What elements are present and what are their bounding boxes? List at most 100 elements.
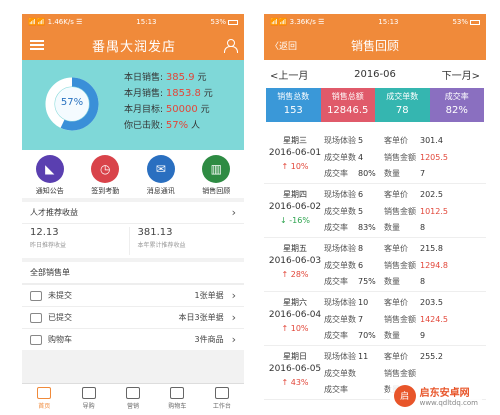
order-count: 1张单据: [194, 291, 224, 300]
qty-value: 8: [420, 277, 426, 287]
tab-4[interactable]: 购物车: [155, 384, 199, 413]
rate-label: 成交率: [324, 277, 348, 287]
watermark-name: 启东安卓网: [419, 388, 470, 399]
quick-action-2[interactable]: ◷ 签到考勤: [80, 155, 130, 198]
donut-percent: 57%: [60, 97, 84, 108]
stat-label: 你已击败:: [124, 121, 164, 131]
order-status: 已提交: [48, 313, 72, 322]
daily-row[interactable]: 星期三 2016-06-01 ↑ 10% 现场体验 5 客单价 301.4 成交单数 4 销售金额…: [264, 130, 486, 184]
clock: 15:13: [378, 18, 399, 26]
tag-icon: [81, 387, 96, 399]
tab-3[interactable]: 营销: [111, 384, 155, 413]
sales-orders-section: 全部销售单 未提交 1张单据 › 已提交 本日3张单据 › 购物车 3件商品 ›: [22, 262, 244, 350]
sales-order-row[interactable]: 购物车 3件商品 ›: [22, 328, 244, 350]
home-icon: [37, 387, 52, 399]
visitors-label: 现场体验: [324, 244, 356, 253]
weekday: 星期五: [283, 244, 307, 253]
user-icon[interactable]: [223, 39, 238, 53]
order-status: 未提交: [48, 291, 72, 300]
deals-value: 4: [358, 152, 364, 162]
avg-label: 客单价: [384, 190, 408, 199]
amount-value: 1424.5: [420, 314, 448, 324]
quick-action-1[interactable]: ◣ 通知公告: [25, 155, 75, 198]
deals-label: 成交单数: [324, 368, 356, 378]
current-month: 2016-06: [354, 68, 396, 80]
sales-order-row[interactable]: 未提交 1张单据 ›: [22, 284, 244, 306]
rate-value: 75%: [358, 277, 376, 287]
stat-unit: 人: [191, 121, 201, 131]
rate-value: [358, 383, 384, 399]
upload-icon: [30, 312, 42, 323]
sales-review-icon: ▥: [202, 155, 231, 183]
tab-label: 工作台: [212, 403, 231, 410]
battery-icon: [228, 19, 238, 25]
app-header: 〈返回 销售回顾: [264, 30, 486, 60]
menu-icon[interactable]: [30, 40, 44, 50]
battery-level: 53%: [452, 18, 480, 26]
battery-level: 53%: [210, 18, 238, 26]
sales-order-row[interactable]: 已提交 本日3张单据 ›: [22, 306, 244, 328]
daily-row[interactable]: 星期六 2016-06-04 ↑ 10% 现场体验 10 客单价 203.5 成交单数 7 销售金…: [264, 292, 486, 346]
deals-value: 5: [358, 206, 364, 216]
kpi-label: 成交单数: [386, 92, 419, 101]
talent-section: 人才推荐收益 › 12.13 昨日推荐收益 381.13 本年累计推荐收益: [22, 202, 244, 258]
change-badge: ↑ 43%: [281, 378, 309, 387]
quick-action-4[interactable]: ▥ 销售回顾: [191, 155, 241, 198]
deals-label: 成交单数: [324, 260, 356, 270]
deals-value: [358, 367, 384, 383]
next-month-button[interactable]: 下一月>: [442, 67, 480, 82]
talent-header[interactable]: 人才推荐收益 ›: [22, 202, 244, 224]
tab-5[interactable]: 工作台: [200, 384, 244, 413]
status-bar: 📶📶 3.36K/s ☰ 15:13 53%: [264, 14, 486, 30]
quick-action-label: 通知公告: [35, 187, 64, 195]
watermark-url: www.qdltdq.com: [419, 399, 478, 407]
day-metrics: 现场体验 10 客单价 203.5 成交单数 7 销售金额 1424.5 成交率 70% 数量 9: [324, 296, 486, 345]
stat-value: 50000: [165, 104, 198, 115]
quick-action-label: 销售回顾: [202, 187, 231, 195]
kpi-tile: 销售总额 12846.5: [320, 88, 375, 122]
site-watermark: 启 启东安卓网 www.qdltdq.com: [389, 382, 482, 409]
chevron-right-icon: ›: [231, 289, 236, 302]
amount-label: 销售金额: [384, 260, 416, 270]
qty-label: 数量: [384, 331, 400, 341]
year-earnings: 381.13: [137, 227, 173, 238]
rate-label: 成交率: [324, 331, 348, 341]
day-metrics: 现场体验 5 客单价 301.4 成交单数 4 销售金额 1205.5 成交率 80% 数量 7: [324, 134, 486, 183]
talent-values: 12.13 昨日推荐收益 381.13 本年累计推荐收益: [22, 224, 244, 258]
avg-label: 客单价: [384, 352, 408, 361]
order-status: 购物车: [48, 335, 72, 344]
tab-1[interactable]: 首页: [22, 384, 66, 413]
rate-label: 成交率: [324, 385, 348, 395]
rate-label: 成交率: [324, 223, 348, 233]
attendance-icon: ◷: [91, 155, 120, 183]
yesterday-earnings-label: 昨日推荐收益: [30, 242, 67, 249]
tab-2[interactable]: 导购: [66, 384, 110, 413]
kpi-value: 82%: [445, 105, 468, 116]
day-info: 星期五 2016-06-03 ↑ 28%: [266, 242, 324, 291]
kpi-label: 销售总数: [277, 92, 310, 101]
back-button[interactable]: 〈返回: [270, 39, 297, 52]
quick-action-label: 消息通讯: [146, 187, 175, 195]
visitors-label: 现场体验: [324, 352, 356, 361]
prev-month-button[interactable]: <上一月: [270, 67, 308, 82]
rate-value: 83%: [358, 223, 376, 233]
daily-row[interactable]: 星期四 2016-06-02 ↓ -16% 现场体验 6 客单价 202.5 成交单数 5 销售金…: [264, 184, 486, 238]
stat-value: 1853.8: [165, 88, 201, 99]
amount-label: 销售金额: [384, 152, 416, 162]
sales-orders-title: 全部销售单: [30, 268, 70, 277]
amount-value: [420, 367, 486, 383]
deals-label: 成交单数: [324, 152, 356, 162]
kpi-value: 153: [283, 105, 303, 116]
avg-label: 客单价: [384, 298, 408, 307]
bottom-tab-bar: 首页 导购 营销 购物车 工作台: [22, 383, 244, 413]
avg-label: 客单价: [384, 136, 408, 145]
daily-row[interactable]: 星期五 2016-06-03 ↑ 28% 现场体验 8 客单价 215.8 成交单数 6 销售金额…: [264, 238, 486, 292]
rate-value: 70%: [358, 331, 376, 341]
clock: 15:13: [136, 18, 157, 26]
amount-value: 1294.8: [420, 260, 448, 270]
avg-value: 255.2: [420, 352, 443, 361]
stat-row: 本月销售: 1853.8 元: [124, 86, 213, 102]
weekday: 星期六: [283, 298, 307, 307]
quick-action-3[interactable]: ✉ 消息通讯: [136, 155, 186, 198]
day-info: 星期四 2016-06-02 ↓ -16%: [266, 188, 324, 237]
